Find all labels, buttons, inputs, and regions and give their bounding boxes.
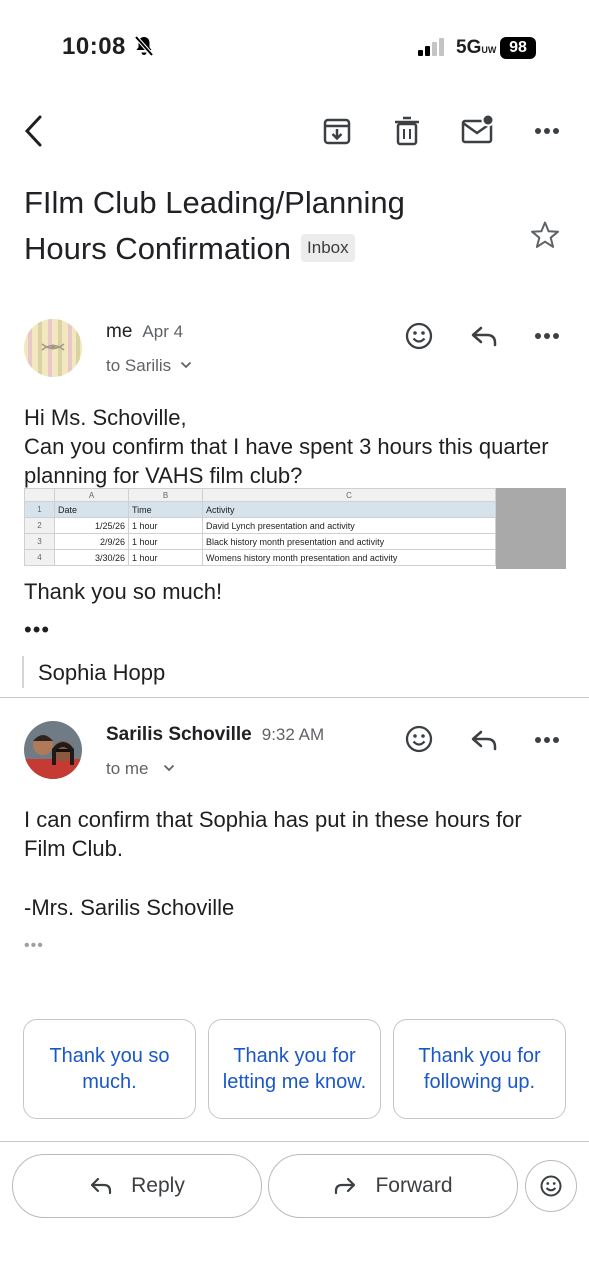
- inbox-label[interactable]: Inbox: [301, 234, 355, 262]
- message2-signature: -Mrs. Sarilis Schoville: [24, 895, 235, 920]
- silent-bell-icon: [134, 35, 154, 57]
- show-trimmed-content-button[interactable]: •••: [24, 937, 44, 955]
- message-divider: [0, 697, 589, 698]
- mark-unread-icon[interactable]: [461, 114, 495, 144]
- react-emoji-icon[interactable]: [404, 724, 434, 754]
- signal-strength-icon: [418, 38, 448, 56]
- message-more-icon[interactable]: [534, 332, 560, 340]
- show-trimmed-content-button[interactable]: •••: [24, 617, 50, 643]
- message-time: 9:32 AM: [261, 725, 325, 744]
- greeting-text: Hi Ms. Schoville,: [24, 405, 187, 430]
- react-emoji-icon[interactable]: [404, 321, 434, 351]
- message-more-icon[interactable]: [534, 736, 560, 744]
- trash-icon[interactable]: [394, 116, 420, 146]
- message2-body: I can confirm that Sophia has put in the…: [24, 807, 522, 861]
- message1-header[interactable]: me Apr 4: [106, 321, 183, 343]
- star-icon[interactable]: [530, 220, 560, 250]
- recipient-text: to Sarilis: [106, 356, 172, 375]
- image-placeholder: [496, 488, 566, 569]
- archive-icon[interactable]: [322, 116, 352, 146]
- more-icon[interactable]: [534, 127, 560, 135]
- reply-icon[interactable]: [469, 323, 499, 349]
- network-type: 5GUW: [456, 37, 497, 58]
- table-cell: 1/25/26: [54, 517, 129, 534]
- chevron-down-icon: [163, 764, 175, 772]
- table-cell: 3/30/26: [54, 549, 129, 566]
- sender-avatar[interactable]: [24, 319, 82, 377]
- table-cell: Date: [54, 501, 129, 518]
- smart-reply-chip[interactable]: Thank you for letting me know.: [208, 1019, 381, 1119]
- smart-reply-chip[interactable]: Thank you for following up.: [393, 1019, 566, 1119]
- forward-label: Forward: [375, 1174, 453, 1197]
- col-letter: B: [128, 488, 203, 502]
- table-cell: Time: [128, 501, 203, 518]
- recipient-details[interactable]: to Sarilis: [106, 356, 192, 376]
- reply-icon: [89, 1176, 113, 1196]
- recipient-details[interactable]: to me: [106, 759, 175, 779]
- col-letter: C: [202, 488, 496, 502]
- table-row: 4 3/30/26 1 hour Womens history month pr…: [24, 549, 496, 566]
- chevron-down-icon: [180, 361, 192, 369]
- status-time: 10:08: [62, 33, 126, 60]
- back-button[interactable]: [20, 113, 48, 149]
- sender-name: Sarilis Schoville: [106, 724, 252, 745]
- recipient-text: to me: [106, 759, 149, 778]
- message-date: Apr 4: [142, 322, 184, 341]
- col-letter: A: [54, 488, 129, 502]
- reply-label: Reply: [131, 1174, 185, 1197]
- table-cell: David Lynch presentation and activity: [202, 517, 496, 534]
- bottom-divider: [0, 1141, 589, 1142]
- spreadsheet-image: A B C 1 Date Time Activity 2 1/25/26 1 h…: [24, 488, 496, 568]
- smart-reply-chip[interactable]: Thank you so much.: [23, 1019, 196, 1119]
- forward-icon: [333, 1176, 357, 1196]
- table-row: 1 Date Time Activity: [24, 501, 496, 518]
- forward-button[interactable]: Forward: [268, 1154, 518, 1218]
- email-subject: FIlm Club Leading/Planning Hours Confirm…: [24, 180, 454, 272]
- table-row: 3 2/9/26 1 hour Black history month pres…: [24, 533, 496, 550]
- table-cell: Black history month presentation and act…: [202, 533, 496, 550]
- sender-name: me: [106, 321, 133, 342]
- reply-button[interactable]: Reply: [12, 1154, 262, 1218]
- message2-header[interactable]: Sarilis Schoville 9:32 AM: [106, 724, 324, 746]
- table-cell: Activity: [202, 501, 496, 518]
- table-cell: Womens history month presentation and ac…: [202, 549, 496, 566]
- request-text: Can you confirm that I have spent 3 hour…: [24, 434, 549, 488]
- table-cell: 2/9/26: [54, 533, 129, 550]
- table-cell: 1 hour: [128, 533, 203, 550]
- message1-body: Hi Ms. Schoville, Can you confirm that I…: [24, 403, 564, 490]
- sender-avatar[interactable]: [24, 721, 82, 779]
- signature-divider: [22, 656, 24, 688]
- battery-level: 98: [500, 37, 536, 59]
- closing-text: Thank you so much!: [24, 579, 223, 604]
- emoji-icon: [539, 1174, 563, 1198]
- emoji-reaction-button[interactable]: [525, 1160, 577, 1212]
- signature-text: Sophia Hopp: [38, 660, 166, 685]
- table-row: 2 1/25/26 1 hour David Lynch presentatio…: [24, 517, 496, 534]
- table-cell: 1 hour: [128, 517, 203, 534]
- reply-icon[interactable]: [469, 727, 499, 753]
- table-cell: 1 hour: [128, 549, 203, 566]
